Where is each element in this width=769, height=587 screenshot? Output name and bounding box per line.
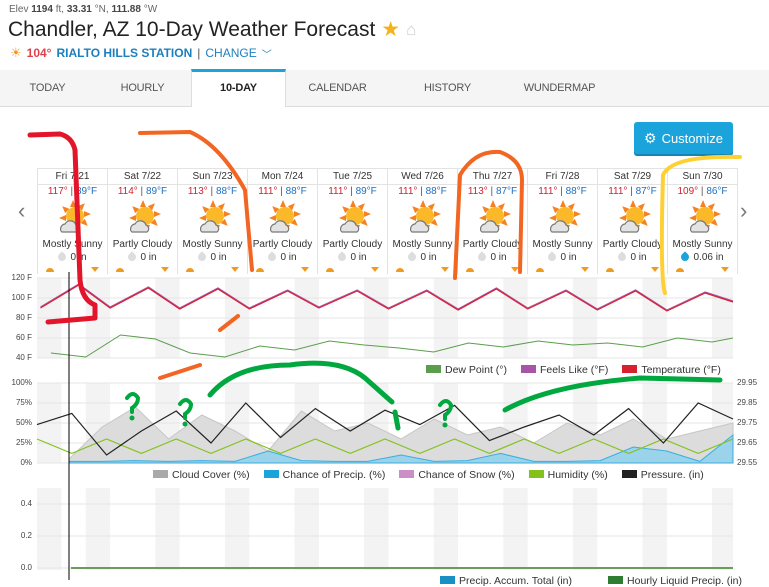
humidity-axis-tick-label: 25% <box>15 438 32 447</box>
legend-swatch <box>621 470 637 478</box>
hand-drawn-annotation <box>138 130 254 272</box>
night-band <box>433 488 459 570</box>
question-mark-dot <box>442 422 448 428</box>
precip-axis-tick-label: 0.2 <box>20 531 32 540</box>
pressure-axis-tick-label: 29.85 <box>737 398 758 407</box>
legend-swatch <box>520 365 536 373</box>
humidity-chart-legend: Cloud Cover (%) Chance of Precip. (%) Chan… <box>153 469 704 481</box>
legend-item[interactable]: Humidity (%) <box>528 469 608 481</box>
legend-item[interactable]: Precip. Accum. Total (in) <box>440 575 572 587</box>
legend-label: Precip. Accum. Total (in) <box>459 575 573 587</box>
night-band <box>294 488 319 570</box>
temp-axis-tick-label: 120 F <box>11 273 32 282</box>
legend-item[interactable]: Temperature (°F) <box>622 364 721 376</box>
precip-chart-legend: Precip. Accum. Total (in) Hourly Liquid P… <box>440 575 742 587</box>
hand-drawn-annotation <box>453 149 524 280</box>
night-band <box>85 488 111 570</box>
humidity-axis-tick-label: 50% <box>15 418 32 427</box>
pressure-axis-tick-label: 29.75 <box>737 418 758 427</box>
precip-axis-tick-label: 0.4 <box>20 499 32 508</box>
legend-label: Feels Like (°F) <box>539 364 609 376</box>
legend-item[interactable]: Hourly Liquid Precip. (in) <box>608 575 742 587</box>
question-mark-dot <box>182 421 188 427</box>
pressure-axis-tick-label: 29.95 <box>737 378 758 387</box>
temp-axis-tick-label: 60 F <box>15 333 32 342</box>
legend-swatch <box>399 470 415 478</box>
legend-swatch <box>426 365 441 373</box>
legend-swatch <box>263 470 279 478</box>
legend-label: Humidity (%) <box>547 469 608 481</box>
legend-label: Pressure. (in) <box>640 469 704 481</box>
legend-swatch <box>153 470 168 478</box>
humidity-axis-tick-label: 100% <box>11 378 32 387</box>
humidity-axis-tick-label: 0% <box>20 458 32 467</box>
temp-axis-tick-label: 40 F <box>15 353 32 362</box>
night-band <box>224 488 250 570</box>
precip-axis-tick-label: 0.0 <box>20 563 32 572</box>
legend-swatch <box>608 576 624 584</box>
forecast-charts <box>27 130 742 580</box>
night-band <box>572 488 598 570</box>
legend-label: Dew Point (°) <box>445 364 507 376</box>
pressure-axis-tick-label: 29.55 <box>737 458 758 467</box>
legend-item[interactable]: Cloud Cover (%) <box>153 469 250 481</box>
temp-axis-tick-label: 100 F <box>11 293 32 302</box>
legend-item[interactable]: Feels Like (°F) <box>520 364 609 376</box>
legend-label: Chance of Precip. (%) <box>282 469 386 481</box>
night-band <box>37 488 62 570</box>
legend-label: Temperature (°F) <box>641 364 721 376</box>
legend-swatch <box>622 365 638 373</box>
night-band <box>642 488 667 570</box>
humidity-axis-tick-label: 75% <box>15 398 32 407</box>
night-band <box>155 488 180 570</box>
night-band <box>503 488 528 570</box>
hand-drawn-annotation <box>158 363 202 380</box>
night-band <box>712 488 733 570</box>
temp-chart-legend: Dew Point (°) Feels Like (°F) Temperature … <box>426 364 721 376</box>
legend-item[interactable]: Dew Point (°) <box>426 364 507 376</box>
legend-swatch <box>440 576 455 584</box>
night-band <box>364 488 389 570</box>
legend-label: Chance of Snow (%) <box>418 469 515 481</box>
legend-label: Hourly Liquid Precip. (in) <box>627 575 742 587</box>
temp-axis-tick-label: 80 F <box>15 313 32 322</box>
pressure-axis-tick-label: 29.65 <box>737 438 758 447</box>
legend-label: Cloud Cover (%) <box>172 469 250 481</box>
hand-drawn-annotation <box>659 154 742 295</box>
hand-drawn-annotation <box>392 409 401 431</box>
legend-swatch <box>528 470 544 478</box>
legend-item[interactable]: Pressure. (in) <box>621 469 704 481</box>
question-mark-dot <box>129 415 135 421</box>
legend-item[interactable]: Chance of Precip. (%) <box>263 469 386 481</box>
legend-item[interactable]: Chance of Snow (%) <box>399 469 515 481</box>
